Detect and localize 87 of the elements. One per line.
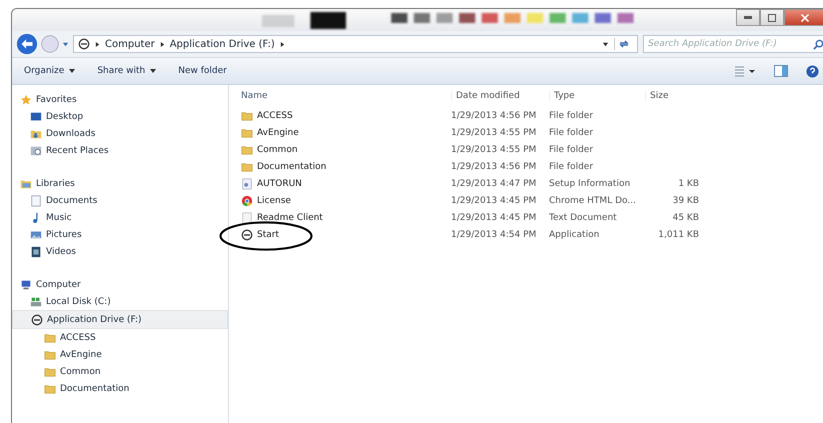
search-icon [813,38,823,50]
file-name[interactable]: AvEngine [241,126,451,138]
sidebar-item[interactable]: Documents [12,192,228,209]
drive-icon [31,314,43,326]
pane-icon [774,65,788,77]
star-icon [20,94,32,106]
refresh-icon [618,38,630,50]
column-header[interactable]: Type [549,91,645,101]
toolbar-button[interactable]: New folder [172,64,233,78]
table-cell-text: 39 KB [672,196,700,206]
breadcrumb-item[interactable]: Application Drive (F:) [170,38,275,50]
table-cell-text: 1/29/2013 4:47 PM [451,178,538,188]
sidebar-heading[interactable]: Favorites [12,91,228,108]
sidebar-item[interactable]: AvEngine [12,346,228,363]
list-view-icon [734,65,756,77]
browser-icon [241,194,253,206]
sidebar-item[interactable]: Downloads [12,125,228,142]
monitor-icon [30,110,42,122]
file-name[interactable]: Start [241,228,451,240]
file-name[interactable]: Common [241,144,451,156]
table-cell-text: File folder [549,128,594,138]
table-cell-text: Setup Information [549,178,632,188]
table-cell-text: File folder [549,110,594,120]
drive-icon [241,228,253,240]
computer-icon [20,278,32,290]
document-icon [30,194,42,206]
sidebar-item[interactable]: Local Disk (C:) [12,293,228,310]
table-cell-text: 1/29/2013 4:55 PM [451,144,538,154]
sidebar-item[interactable]: Desktop [12,108,228,125]
search-field[interactable]: Search Application Drive (F:) [643,35,823,53]
table-cell-text: Chrome HTML Do... [549,196,637,206]
caret-icon [69,69,76,73]
sidebar-item[interactable]: Application Drive (F:) [12,310,228,329]
toolbar-button[interactable]: Organize [18,64,82,78]
caret-icon [150,69,156,73]
file-name[interactable]: License [241,194,451,206]
chevron-icon [160,40,165,48]
minimize-button[interactable] [736,9,760,26]
table-cell-text: 1/29/2013 4:56 PM [451,162,538,172]
table-cell-text: 1/29/2013 4:45 PM [451,212,538,222]
toolbar-button[interactable]: Share with [91,64,162,78]
minimize-icon [744,16,752,19]
table-cell-text: 1/29/2013 4:45 PM [451,196,538,206]
file-name[interactable]: ACCESS [241,110,451,122]
table-cell-text: Text Document [549,212,618,222]
disk-icon [30,296,42,308]
sidebar-item[interactable]: Videos [12,243,228,260]
file-name[interactable]: AUTORUN [241,178,451,190]
help-icon [806,64,819,78]
sidebar-item[interactable]: Music [12,209,228,226]
sidebar-heading[interactable]: Computer [12,276,228,293]
table-cell-text: 45 KB [672,212,700,222]
caret-icon [62,40,69,48]
close-button[interactable] [784,9,823,26]
sidebar-item[interactable]: Pictures [12,226,228,243]
table-cell-text: File folder [549,144,594,154]
settings-file-icon [241,178,253,190]
back-button[interactable] [16,33,38,55]
chevron-icon [280,40,285,48]
maximize-button[interactable] [760,9,784,26]
table-cell-text: Application [549,230,600,240]
film-icon [30,246,42,258]
column-header[interactable]: Size [645,91,703,101]
drive-icon [78,38,90,50]
column-header[interactable]: Date modified [451,91,549,101]
table-cell-text: 1,011 KB [657,230,700,240]
image-icon [30,228,42,240]
table-cell-text: 1/29/2013 4:56 PM [451,110,538,120]
chevron-icon [95,40,100,48]
sidebar-item[interactable]: Recent Places [12,142,228,159]
breadcrumb-item[interactable]: Computer [105,38,155,50]
column-header[interactable]: Name [241,91,451,101]
sidebar-item[interactable]: Documentation [12,380,228,397]
sidebar-heading[interactable]: Libraries [12,175,228,192]
table-cell-text: 1/29/2013 4:54 PM [451,230,538,240]
close-icon [801,14,809,22]
sidebar-item[interactable]: ACCESS [12,329,228,346]
document-icon [241,212,253,224]
maximize-icon [768,14,776,22]
sidebar-item[interactable]: Common [12,363,228,380]
address-bar[interactable]: Computer Application Drive (F:) [73,35,638,53]
caret-icon [602,40,609,48]
table-cell-text: File folder [549,162,594,172]
table-cell-text: 1/29/2013 4:55 PM [451,128,538,138]
file-name[interactable]: Documentation [241,160,451,172]
file-name[interactable]: Readme Client [241,212,451,224]
table-cell-text: 1 KB [677,178,700,188]
